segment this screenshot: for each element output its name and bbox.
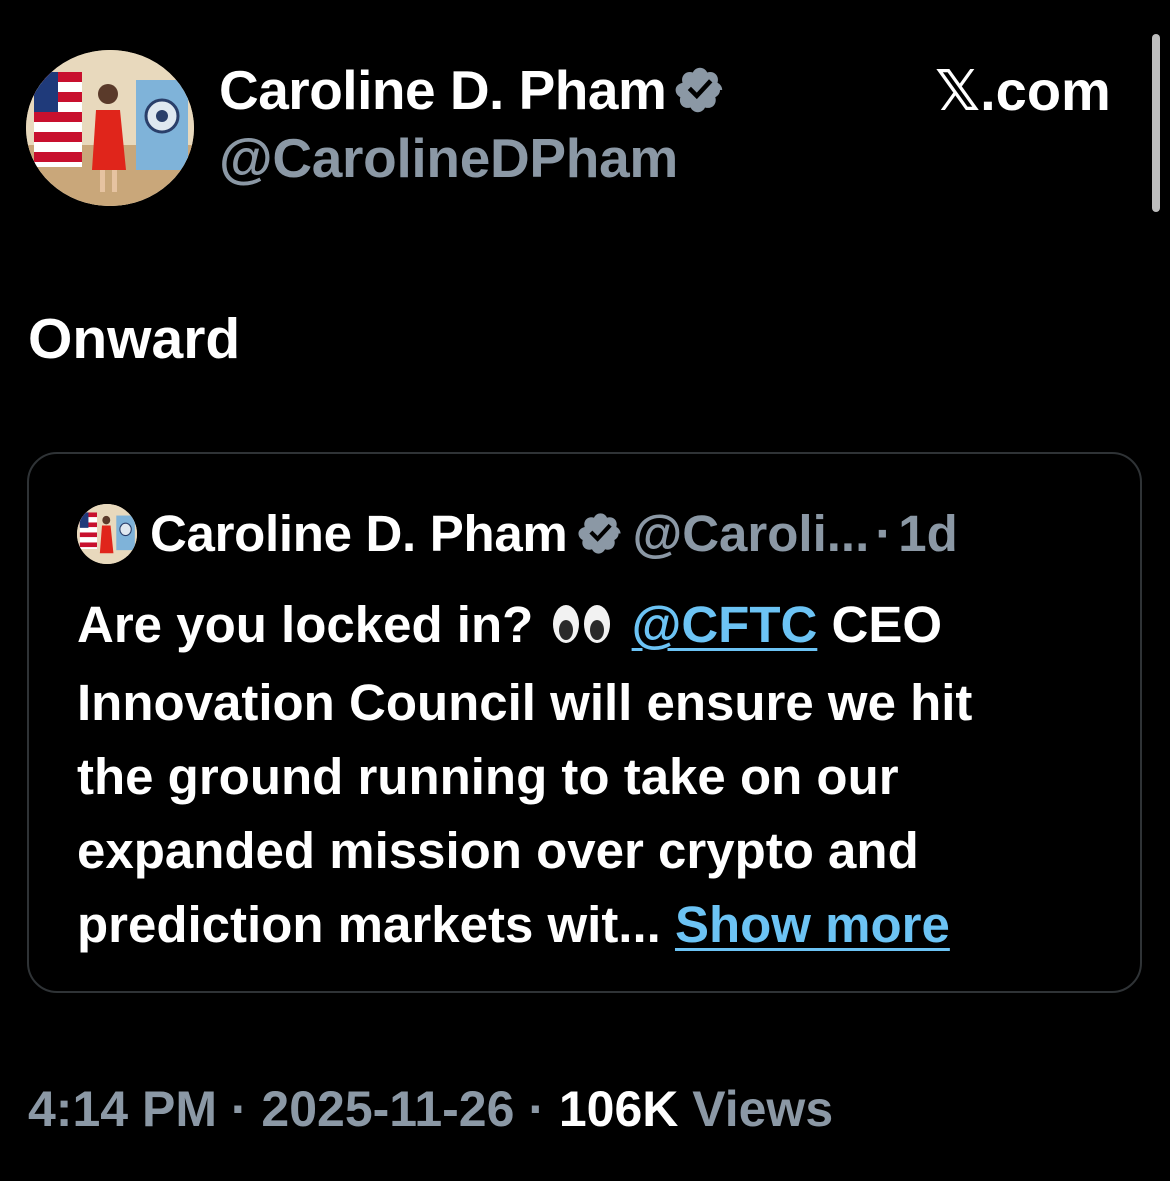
- avatar-photo: [26, 50, 194, 206]
- quoted-tweet-body: Are you locked in? @CFTC CEO Innovation …: [77, 588, 1117, 962]
- quoted-line-2: Innovation Council will ensure we hit: [77, 674, 973, 731]
- scrollbar[interactable]: [1152, 34, 1160, 212]
- verified-badge-icon: [676, 67, 723, 113]
- quoted-line-4: expanded mission over crypto and: [77, 822, 919, 879]
- quoted-line-5: prediction markets wit... Show more: [77, 888, 1117, 962]
- quoted-author-avatar[interactable]: [77, 504, 137, 564]
- eyes-icon: [553, 605, 611, 643]
- quoted-line-3: the ground running to take on our: [77, 748, 899, 805]
- quoted-text-segment: Are you locked in?: [77, 596, 534, 653]
- tweet-time[interactable]: 4:14 PM: [28, 1081, 217, 1137]
- verified-badge-icon: [578, 513, 622, 554]
- meta-separator: ·: [514, 1081, 559, 1137]
- tweet-meta: 4:14 PM · 2025-11-26 · 106K Views: [28, 1080, 833, 1138]
- quoted-author-handle[interactable]: @Caroli...: [632, 504, 869, 563]
- author-name-row[interactable]: Caroline D. Pham: [219, 58, 726, 122]
- quoted-tweet-header[interactable]: Caroline D. Pham @Caroli... · 1d: [150, 504, 958, 563]
- quoted-tweet-card[interactable]: Caroline D. Pham @Caroli... · 1d Are you…: [27, 452, 1142, 993]
- tweet-date[interactable]: 2025-11-26: [261, 1081, 514, 1137]
- quoted-avatar-photo: [77, 504, 137, 564]
- quoted-text-segment: prediction markets wit...: [77, 896, 675, 953]
- author-name[interactable]: Caroline D. Pham: [219, 58, 667, 122]
- meta-separator: ·: [216, 1081, 262, 1137]
- quoted-tweet-time[interactable]: 1d: [898, 504, 958, 563]
- quoted-author-name[interactable]: Caroline D. Pham: [150, 504, 568, 563]
- views-count[interactable]: 106K: [559, 1081, 679, 1137]
- quoted-text-segment: CEO: [817, 596, 942, 653]
- cftc-mention-link[interactable]: @CFTC: [632, 596, 818, 653]
- quoted-line-1: Are you locked in? @CFTC CEO: [77, 588, 1117, 666]
- show-more-link[interactable]: Show more: [675, 896, 950, 953]
- author-avatar[interactable]: [26, 50, 194, 206]
- views-label: Views: [678, 1081, 834, 1137]
- tweet-text: Onward: [28, 307, 241, 371]
- eyes-emoji: [551, 592, 613, 666]
- separator-dot: ·: [875, 505, 893, 562]
- author-handle[interactable]: @CarolineDPham: [219, 126, 678, 190]
- x-com-label: 𝕏.com: [935, 59, 1111, 122]
- tweet-screenshot: Caroline D. Pham @CarolineDPham 𝕏.com On…: [0, 0, 1170, 1181]
